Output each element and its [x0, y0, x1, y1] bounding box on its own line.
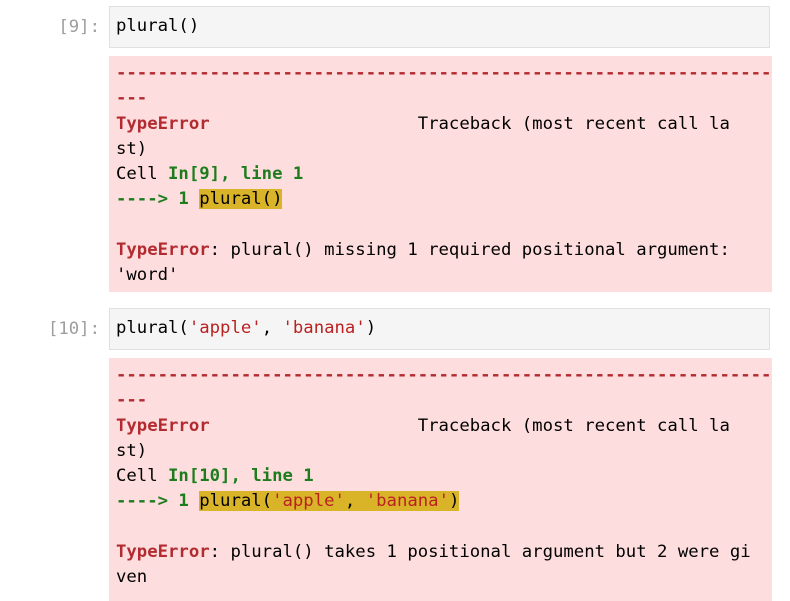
string-literal: 'banana'	[365, 491, 449, 512]
input-prompt: [10]:	[47, 319, 100, 339]
highlighted-code: plural()	[199, 189, 283, 210]
cell-reference: In[9], line 1	[168, 164, 304, 185]
code-text: plural('apple', 'banana')	[116, 316, 376, 341]
error-message: : plural() missing 1 required positional…	[209, 240, 730, 261]
cell-prefix: Cell	[116, 466, 169, 487]
error-message-line: TypeError: plural() takes 1 positional a…	[116, 540, 770, 565]
error-output: ----------------------------------------…	[109, 358, 772, 601]
string-literal: 'apple'	[188, 318, 262, 338]
highlighted-code: plural('apple', 'banana')	[199, 491, 460, 512]
traceback-header: TypeError Traceback (most recent call la	[116, 112, 770, 137]
error-message: : plural() takes 1 positional argument b…	[209, 542, 751, 563]
traceback-label: Traceback (most recent call la	[209, 415, 730, 436]
code-input[interactable]: plural('apple', 'banana')	[109, 308, 770, 350]
error-message-wrap: 'word'	[116, 265, 179, 286]
traceback-separator: ----------------------------------------…	[116, 63, 772, 83]
traceback-header-wrap: st)	[116, 138, 148, 159]
traceback-header-wrap: st)	[116, 440, 148, 461]
code-token: plural()	[116, 16, 200, 36]
code-input[interactable]: plural()	[109, 6, 770, 48]
error-type: TypeError	[116, 113, 210, 134]
code-token: ,	[344, 491, 366, 512]
cell-reference-line: Cell In[10], line 1	[116, 464, 770, 489]
traceback-separator: ----------------------------------------…	[116, 365, 772, 385]
traceback-separator-wrap: ---	[116, 88, 148, 109]
error-message-line: TypeError: plural() missing 1 required p…	[116, 238, 770, 263]
traceback-header: TypeError Traceback (most recent call la	[116, 414, 770, 439]
error-type: TypeError	[116, 415, 210, 436]
code-text: plural()	[116, 14, 199, 39]
traceback-label: Traceback (most recent call la	[209, 113, 730, 134]
line-arrow: ----> 1	[116, 491, 200, 512]
traceback-separator-wrap: ---	[116, 390, 148, 411]
code-token: plural(	[116, 318, 189, 338]
code-token: )	[365, 318, 377, 338]
input-prompt: [9]:	[58, 17, 100, 37]
code-token: )	[448, 491, 460, 512]
error-source-line: ----> 1 plural('apple', 'banana')	[116, 489, 770, 514]
line-arrow: ----> 1	[116, 189, 200, 210]
code-token: plural()	[199, 189, 283, 210]
string-literal: 'apple'	[272, 491, 345, 512]
error-message-wrap: ven	[116, 567, 148, 588]
error-message-type: TypeError	[116, 542, 210, 563]
cell-reference: In[10], line 1	[168, 466, 314, 487]
error-source-line: ----> 1 plural()	[116, 187, 770, 212]
code-token: plural(	[199, 491, 273, 512]
cell-prefix: Cell	[116, 164, 169, 185]
error-output: ----------------------------------------…	[109, 56, 772, 292]
code-token: ,	[261, 318, 283, 338]
string-literal: 'banana'	[282, 318, 366, 338]
error-message-type: TypeError	[116, 240, 210, 261]
cell-reference-line: Cell In[9], line 1	[116, 162, 770, 187]
